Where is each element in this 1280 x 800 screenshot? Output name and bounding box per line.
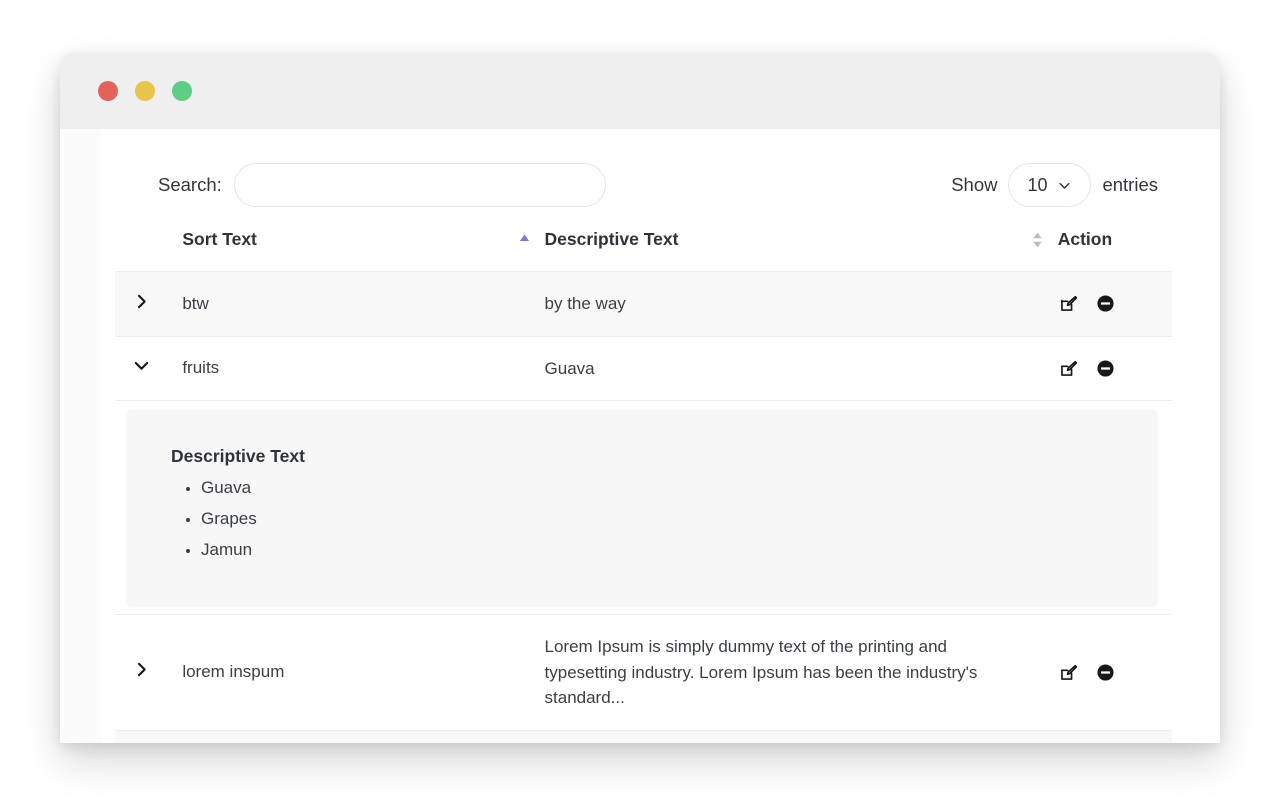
detail-panel-list: Guava Grapes Jamun <box>171 478 1127 560</box>
column-header-descriptive-text-label: Descriptive Text <box>544 229 679 249</box>
sort-ascending-icon <box>519 234 529 241</box>
chevron-down-icon <box>134 362 149 370</box>
table-row[interactable]: fruits Guava <box>115 336 1172 401</box>
chevron-down-icon <box>1059 182 1071 189</box>
page-body: Search: Show 10 entries Sort Text Descri… <box>60 129 1220 743</box>
sort-none-icon <box>1033 232 1042 247</box>
remove-icon[interactable] <box>1095 293 1116 314</box>
row-detail-panel: Descriptive Text Guava Grapes Jamun <box>115 400 1172 615</box>
chevron-right-icon <box>137 663 146 677</box>
window-titlebar <box>60 53 1220 129</box>
datatable-toolbar: Search: Show 10 entries <box>101 129 1220 215</box>
column-header-sort-text-label: Sort Text <box>182 229 257 249</box>
datatable-card: Search: Show 10 entries Sort Text Descri… <box>101 129 1220 743</box>
remove-icon[interactable] <box>1095 662 1116 683</box>
search-filter: Search: <box>158 163 606 207</box>
column-header-sort-text[interactable]: Sort Text <box>182 215 545 272</box>
detail-outer: Descriptive Text Guava Grapes Jamun <box>115 401 1172 614</box>
cell-descriptive-text: by the way <box>544 271 1058 337</box>
cell-sort-text: btw <box>182 271 545 337</box>
traffic-light-group <box>98 81 192 101</box>
browser-window: Search: Show 10 entries Sort Text Descri… <box>60 53 1220 743</box>
table-body: btw by the way fruits Guava Descriptive … <box>115 271 1172 743</box>
row-expand-toggle[interactable] <box>115 614 183 731</box>
table-header: Sort Text Descriptive Text Action <box>115 215 1172 272</box>
chevron-right-icon <box>137 294 146 308</box>
list-item: Guava <box>201 478 1127 498</box>
cell-descriptive-text: Lorem Ipsum is simply dummy text of the … <box>544 614 1058 731</box>
page-length-select[interactable]: 10 <box>1008 163 1092 207</box>
column-header-action-label: Action <box>1057 229 1113 249</box>
cell-descriptive-text: Guava <box>544 336 1058 401</box>
table-row[interactable] <box>115 730 1172 743</box>
close-window-button[interactable] <box>98 81 118 101</box>
show-label: Show <box>951 174 998 195</box>
maximize-window-button[interactable] <box>172 81 192 101</box>
remove-icon[interactable] <box>1095 358 1116 379</box>
row-collapse-toggle[interactable] <box>115 336 183 401</box>
minimize-window-button[interactable] <box>135 81 155 101</box>
edit-icon[interactable] <box>1058 358 1079 379</box>
page-length-control: Show 10 entries <box>951 163 1158 207</box>
detail-panel-inner: Descriptive Text Guava Grapes Jamun <box>127 410 1157 605</box>
column-header-descriptive-text[interactable]: Descriptive Text <box>544 215 1058 272</box>
cell-actions <box>1057 336 1172 401</box>
entries-label: entries <box>1102 174 1158 195</box>
page-length-value: 10 <box>1027 174 1048 195</box>
list-item: Grapes <box>201 509 1127 529</box>
table-row[interactable]: btw by the way <box>115 271 1172 337</box>
cell-actions <box>1057 614 1172 731</box>
table-header-row: Sort Text Descriptive Text Action <box>115 215 1172 272</box>
edit-icon[interactable] <box>1058 662 1079 683</box>
cell-sort-text: lorem inspum <box>182 614 545 731</box>
data-table: Sort Text Descriptive Text Action btw by… <box>115 215 1172 743</box>
detail-panel-title: Descriptive Text <box>171 446 305 466</box>
search-label: Search: <box>158 174 222 195</box>
search-input[interactable] <box>233 163 606 207</box>
edit-icon[interactable] <box>1058 293 1079 314</box>
cell-sort-text: fruits <box>182 336 545 401</box>
row-expand-toggle[interactable] <box>115 271 183 337</box>
column-header-toggle <box>115 215 183 272</box>
table-row[interactable]: lorem inspum Lorem Ipsum is simply dummy… <box>115 614 1172 731</box>
cell-actions <box>1057 271 1172 337</box>
list-item: Jamun <box>201 540 1127 560</box>
column-header-action: Action <box>1057 215 1172 272</box>
